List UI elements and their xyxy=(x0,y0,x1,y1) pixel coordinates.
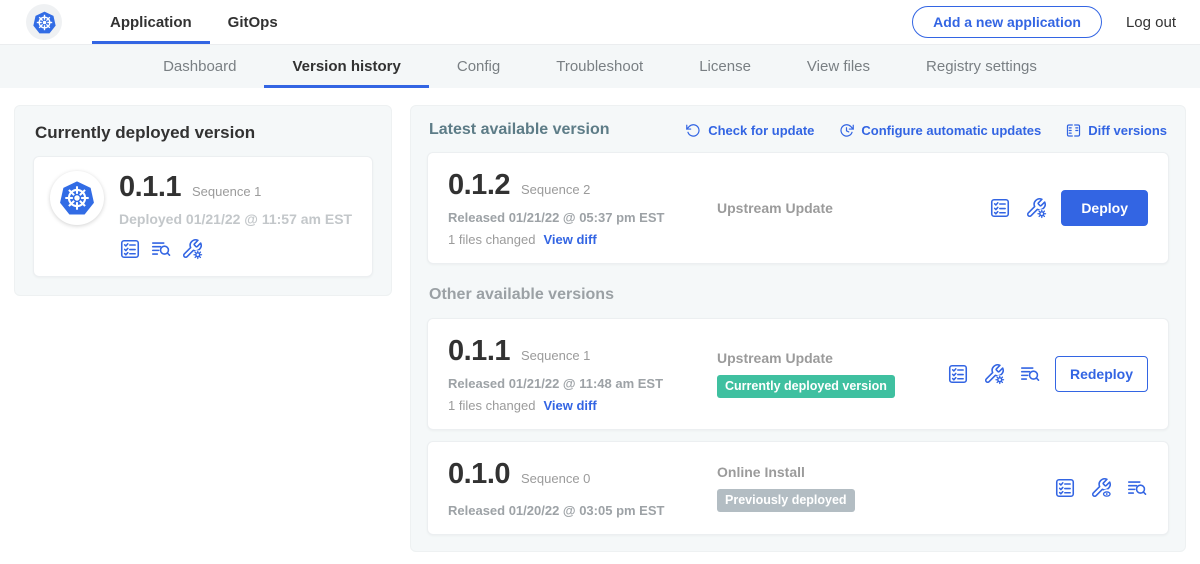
diff-versions-link[interactable]: Diff versions xyxy=(1065,122,1167,139)
subnav-tab-dashboard[interactable]: Dashboard xyxy=(135,45,264,88)
kubernetes-logo-icon xyxy=(26,4,62,40)
files-changed-label: 1 files changed xyxy=(448,398,535,413)
subnav-tab-view-files[interactable]: View files xyxy=(779,45,898,88)
currently-deployed-version-card: 0.1.1 Sequence 1 Deployed 01/21/22 @ 11:… xyxy=(33,156,373,277)
version-source: Upstream Update xyxy=(717,350,947,366)
view-diff-link[interactable]: View diff xyxy=(543,232,596,247)
panel-header: Latest available version Check for updat… xyxy=(429,121,1167,139)
version-sequence: Sequence 0 xyxy=(521,471,590,486)
version-number: 0.1.1 xyxy=(448,335,510,368)
main-content: Currently deployed version 0.1.1 Sequenc… xyxy=(0,88,1200,552)
currently-deployed-title: Currently deployed version xyxy=(35,123,373,143)
app-tabs: Application GitOps xyxy=(92,0,296,44)
previously-deployed-badge: Previously deployed xyxy=(717,489,855,512)
wrench-eye-icon[interactable] xyxy=(1090,477,1112,499)
clock-refresh-icon xyxy=(838,122,855,139)
kots-admin-console: Application GitOps Add a new application… xyxy=(0,0,1200,564)
released-timestamp: Released 01/21/22 @ 11:48 am EST xyxy=(448,376,703,391)
subnav-tab-version-history[interactable]: Version history xyxy=(264,45,428,88)
deployed-version-info: 0.1.1 Sequence 1 Deployed 01/21/22 @ 11:… xyxy=(119,171,352,260)
subnav-tab-troubleshoot[interactable]: Troubleshoot xyxy=(528,45,671,88)
version-sequence: Sequence 1 xyxy=(521,348,590,363)
redeploy-button[interactable]: Redeploy xyxy=(1055,356,1148,392)
tab-application-label: Application xyxy=(110,14,192,31)
deployed-version-number: 0.1.1 xyxy=(119,171,181,204)
deployed-sequence: Sequence 1 xyxy=(192,184,261,199)
tab-gitops-label: GitOps xyxy=(228,14,278,31)
other-available-versions-title: Other available versions xyxy=(429,286,1167,304)
check-for-update-link[interactable]: Check for update xyxy=(685,122,814,139)
config-checklist-icon[interactable] xyxy=(119,238,141,260)
version-source: Upstream Update xyxy=(717,200,989,216)
version-history-panel: Latest available version Check for updat… xyxy=(410,105,1186,552)
version-row-0-1-2: 0.1.2 Sequence 2 Released 01/21/22 @ 05:… xyxy=(427,152,1169,264)
released-timestamp: Released 01/21/22 @ 05:37 pm EST xyxy=(448,210,703,225)
release-notes-icon[interactable] xyxy=(1126,477,1148,499)
files-changed-label: 1 files changed xyxy=(448,232,535,247)
version-sequence: Sequence 2 xyxy=(521,182,590,197)
diff-icon xyxy=(1065,122,1082,139)
app-subnav: Dashboard Version history Config Trouble… xyxy=(0,45,1200,88)
version-number: 0.1.0 xyxy=(448,458,510,491)
latest-available-title: Latest available version xyxy=(429,121,610,139)
config-checklist-icon[interactable] xyxy=(947,363,969,385)
released-timestamp: Released 01/20/22 @ 03:05 pm EST xyxy=(448,503,703,518)
release-notes-icon[interactable] xyxy=(1019,363,1041,385)
version-row-0-1-0: 0.1.0 Sequence 0 Released 01/20/22 @ 03:… xyxy=(427,441,1169,535)
release-notes-icon[interactable] xyxy=(150,238,172,260)
active-subnav-underline xyxy=(264,85,428,88)
app-icon-kubernetes xyxy=(50,171,104,225)
header-right: Add a new application Log out xyxy=(912,0,1176,44)
wrench-gear-icon[interactable] xyxy=(181,238,203,260)
add-application-button[interactable]: Add a new application xyxy=(912,6,1102,38)
active-tab-underline xyxy=(92,41,210,44)
tab-application[interactable]: Application xyxy=(92,0,210,44)
app-header: Application GitOps Add a new application… xyxy=(0,0,1200,45)
version-row-0-1-1: 0.1.1 Sequence 1 Released 01/21/22 @ 11:… xyxy=(427,318,1169,430)
subnav-tab-config[interactable]: Config xyxy=(429,45,528,88)
subnav-tab-registry-settings[interactable]: Registry settings xyxy=(898,45,1065,88)
version-number: 0.1.2 xyxy=(448,169,510,202)
subnav-tab-license[interactable]: License xyxy=(671,45,779,88)
config-checklist-icon[interactable] xyxy=(1054,477,1076,499)
panel-actions: Check for update Configure automatic upd… xyxy=(685,122,1167,139)
deploy-button[interactable]: Deploy xyxy=(1061,190,1148,226)
deployed-timestamp: Deployed 01/21/22 @ 11:57 am EST xyxy=(119,211,352,227)
configure-automatic-updates-link[interactable]: Configure automatic updates xyxy=(838,122,1041,139)
wrench-gear-icon[interactable] xyxy=(1025,197,1047,219)
wrench-gear-icon[interactable] xyxy=(983,363,1005,385)
refresh-icon xyxy=(685,122,702,139)
deployed-actions xyxy=(119,238,352,260)
config-checklist-icon[interactable] xyxy=(989,197,1011,219)
version-source: Online Install xyxy=(717,464,1054,480)
currently-deployed-card: Currently deployed version 0.1.1 Sequenc… xyxy=(14,105,392,296)
tab-gitops[interactable]: GitOps xyxy=(210,0,296,44)
logout-link[interactable]: Log out xyxy=(1126,14,1176,31)
currently-deployed-badge: Currently deployed version xyxy=(717,375,895,398)
view-diff-link[interactable]: View diff xyxy=(543,398,596,413)
